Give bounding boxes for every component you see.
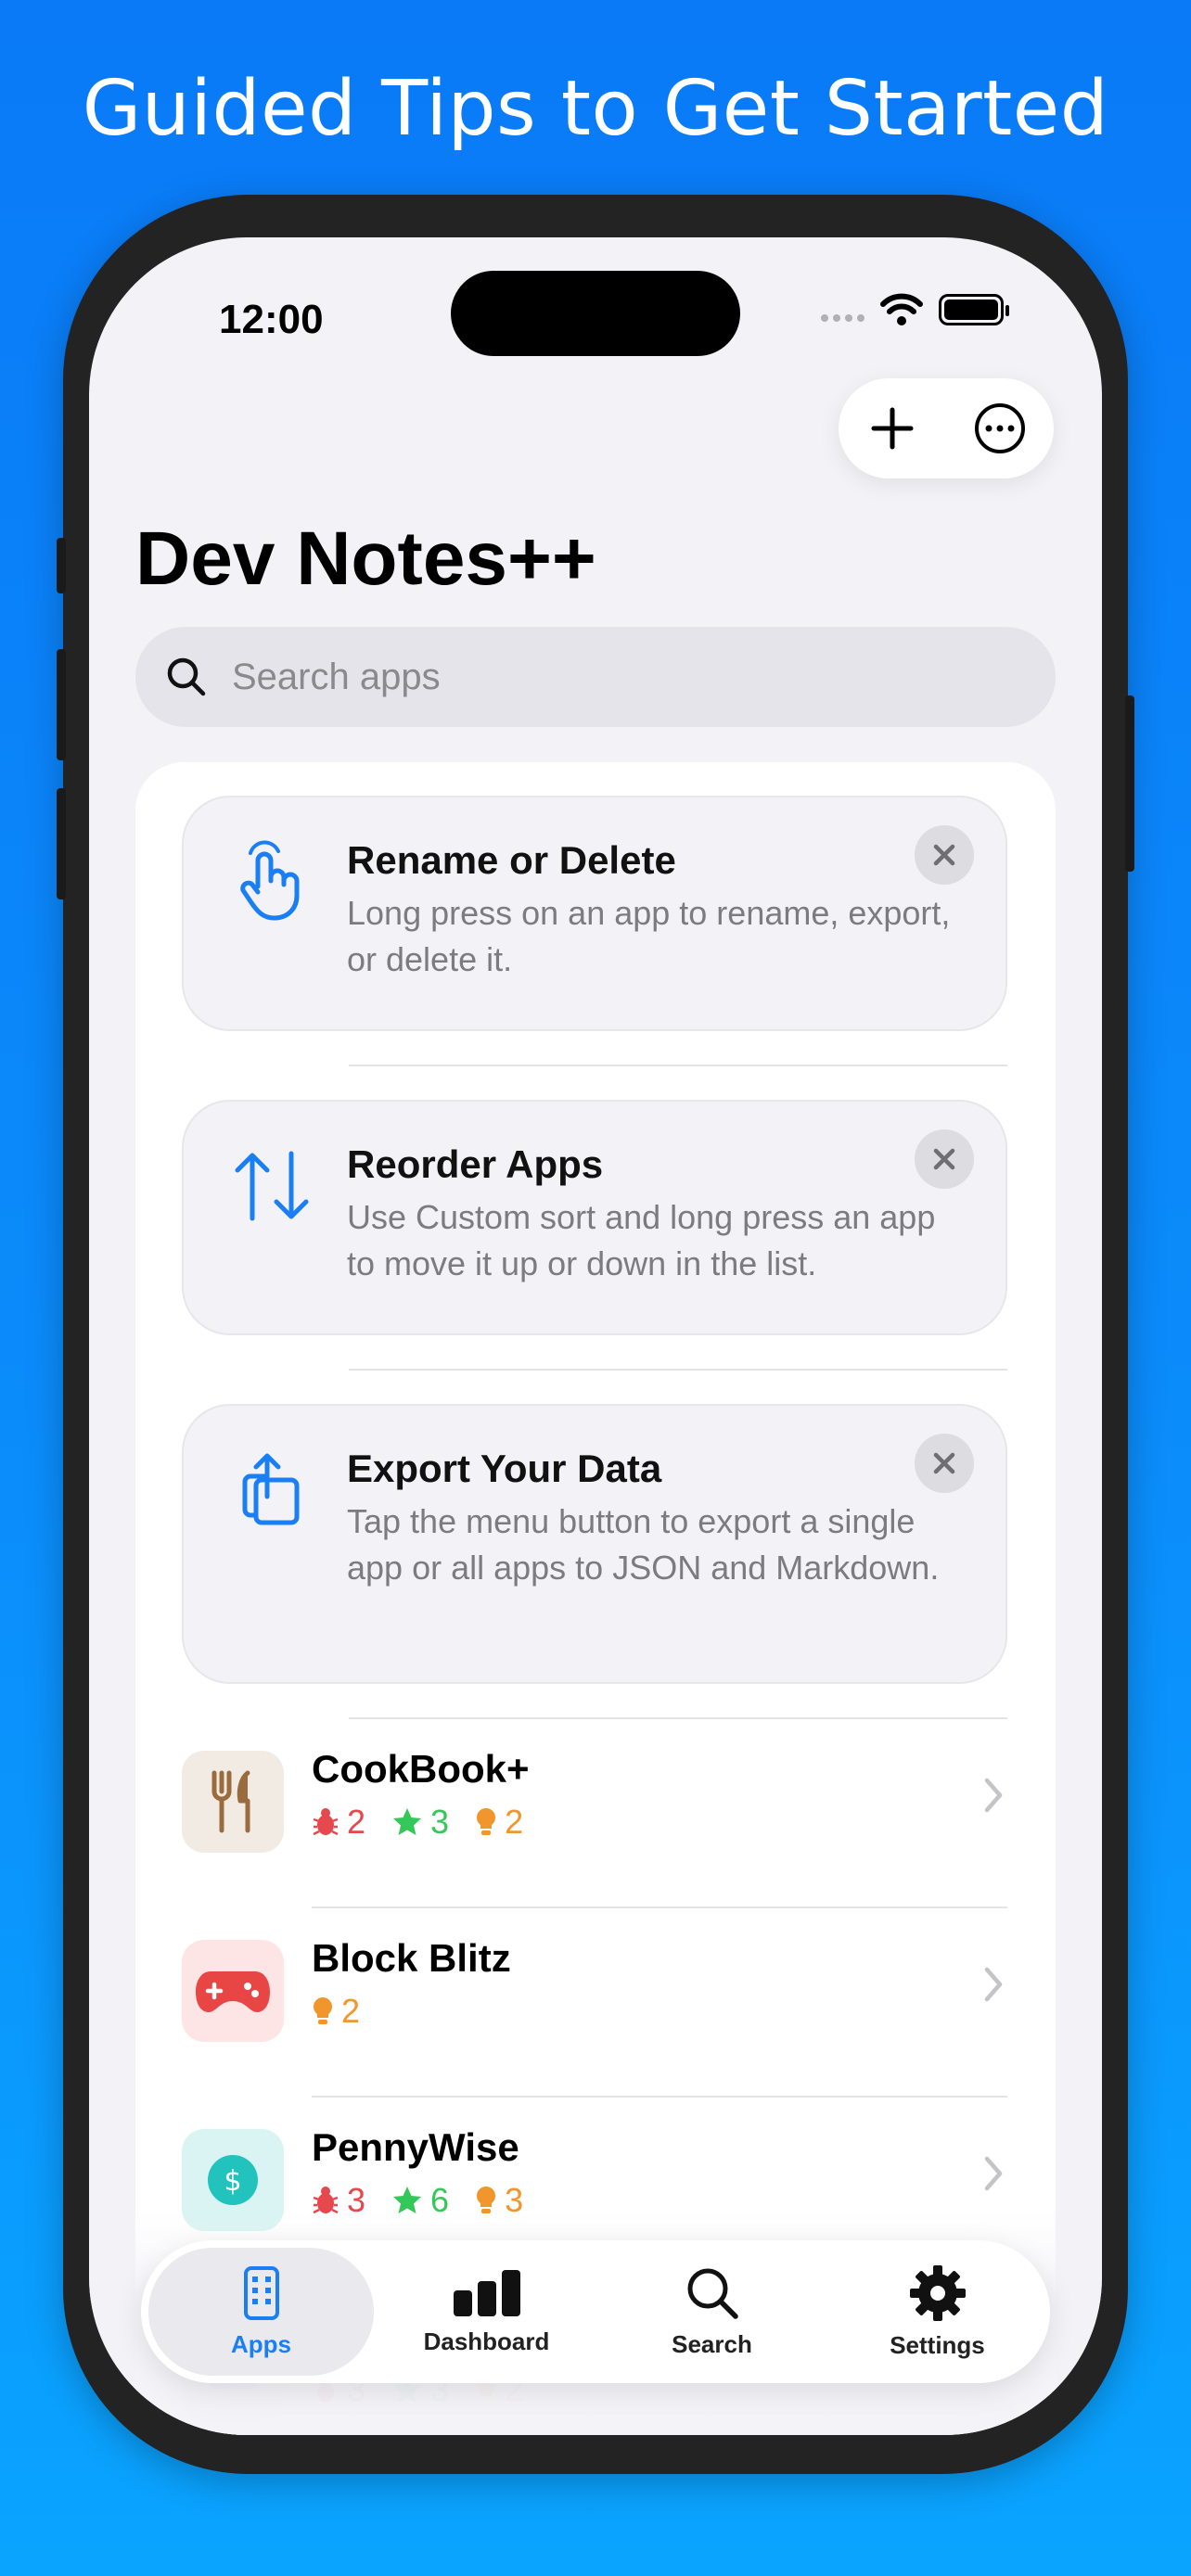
chevron-right-icon [984,1778,1003,1813]
phone-icon [243,2265,279,2320]
side-button [1125,695,1134,872]
screen: 12:00 Dev Notes++ Search apps Rename or … [89,237,1102,2435]
app-name: PennyWise [312,2125,519,2169]
feature-count-value: 3 [430,1803,450,1841]
bug-icon [313,1808,339,1836]
separator [312,2096,1007,2098]
search-icon [167,657,206,696]
idea-count-value: 2 [505,1803,524,1841]
lightbulb-icon [477,2187,496,2213]
phone-frame: 12:00 Dev Notes++ Search apps Rename or … [57,195,1134,2474]
dismiss-tip-button[interactable] [915,1434,974,1493]
action-button [57,538,66,593]
bug-count-value: 2 [347,1803,366,1841]
more-menu-button[interactable] [963,391,1037,465]
signal-icon [821,314,864,322]
tip-title: Rename or Delete [347,838,676,882]
separator [312,1906,1007,1908]
feature-count: 3 [391,1803,449,1842]
search-bar[interactable] [135,627,1056,727]
tip-card: Rename or Delete Long press on an app to… [182,796,1007,1031]
dollar-icon: $ [208,2155,258,2205]
tab-apps[interactable]: Apps [148,2248,374,2376]
svg-text:$: $ [224,2165,241,2198]
tip-card: Export Your Data Tap the menu button to … [182,1404,1007,1684]
idea-count: 2 [475,1803,523,1842]
tip-title: Reorder Apps [347,1142,604,1186]
dynamic-island [451,271,740,356]
hand-tap-icon [240,840,300,921]
promo-headline: Guided Tips to Get Started [82,65,1109,153]
app-name: Block Blitz [312,1936,511,1980]
ellipsis-circle-icon [975,403,1025,453]
tip-card: Reorder Apps Use Custom sort and long pr… [182,1100,1007,1335]
star-icon [393,1808,422,1835]
bar-chart-icon [453,2269,520,2316]
close-icon [933,844,955,866]
add-app-button[interactable] [855,391,929,465]
dismiss-tip-button[interactable] [915,825,974,885]
tab-label: Apps [231,2329,291,2358]
star-icon [393,2187,422,2213]
status-time: 12:00 [219,297,324,342]
idea-count-value: 2 [341,1992,361,2030]
tab-dashboard[interactable]: Dashboard [374,2248,599,2376]
app-name: CookBook+ [312,1747,530,1791]
close-icon [933,1148,955,1170]
app-row-cookbook[interactable]: CookBook+ 2 3 2 [182,1721,1007,1869]
export-icon [242,1453,300,1525]
chevron-right-icon [984,2156,1003,2191]
status-icons [821,293,1009,326]
lightbulb-icon [477,1808,496,1835]
fork-knife-icon [211,1770,250,1833]
close-icon [933,1452,955,1474]
battery-icon [939,294,1009,325]
app-stats: 2 [312,1992,360,2031]
app-icon [182,1940,284,2042]
tab-settings[interactable]: Settings [825,2248,1050,2376]
page-title: Dev Notes++ [135,516,596,601]
separator [349,1065,1007,1066]
tab-label: Search [672,2329,752,2358]
tab-label: Dashboard [423,2327,550,2355]
dismiss-tip-button[interactable] [915,1129,974,1189]
volume-down-button [57,788,66,899]
search-icon [687,2268,738,2319]
tip-body: Use Custom sort and long press an app to… [347,1198,936,1282]
app-stats: 2 3 2 [312,1803,523,1842]
bug-count: 2 [312,1803,365,1842]
volume-up-button [57,649,66,760]
plus-icon [871,407,914,450]
lightbulb-icon [314,1997,332,2024]
wifi-icon [880,293,923,325]
app-list: Rename or Delete Long press on an app to… [135,762,1056,2435]
tip-body: Long press on an app to rename, export, … [347,894,951,978]
arrows-up-down-icon [235,1151,309,1221]
chevron-right-icon [984,1967,1003,2002]
gear-icon [909,2264,966,2321]
idea-count: 2 [312,1992,360,2031]
app-icon [182,1751,284,1853]
tip-title: Export Your Data [347,1447,662,1490]
app-row-block-blitz[interactable]: Block Blitz 2 [182,1910,1007,2059]
top-actions [839,378,1054,478]
separator [349,1717,1007,1719]
tip-body: Tap the menu button to export a single a… [347,1502,940,1587]
tab-label: Settings [890,2330,985,2359]
tab-bar: Apps Dashboard Search Settings [141,2240,1050,2383]
bug-icon [313,2187,339,2214]
search-input[interactable] [230,655,1031,699]
separator [349,1369,1007,1371]
gamepad-icon [196,1971,270,2012]
tab-search[interactable]: Search [599,2248,825,2376]
